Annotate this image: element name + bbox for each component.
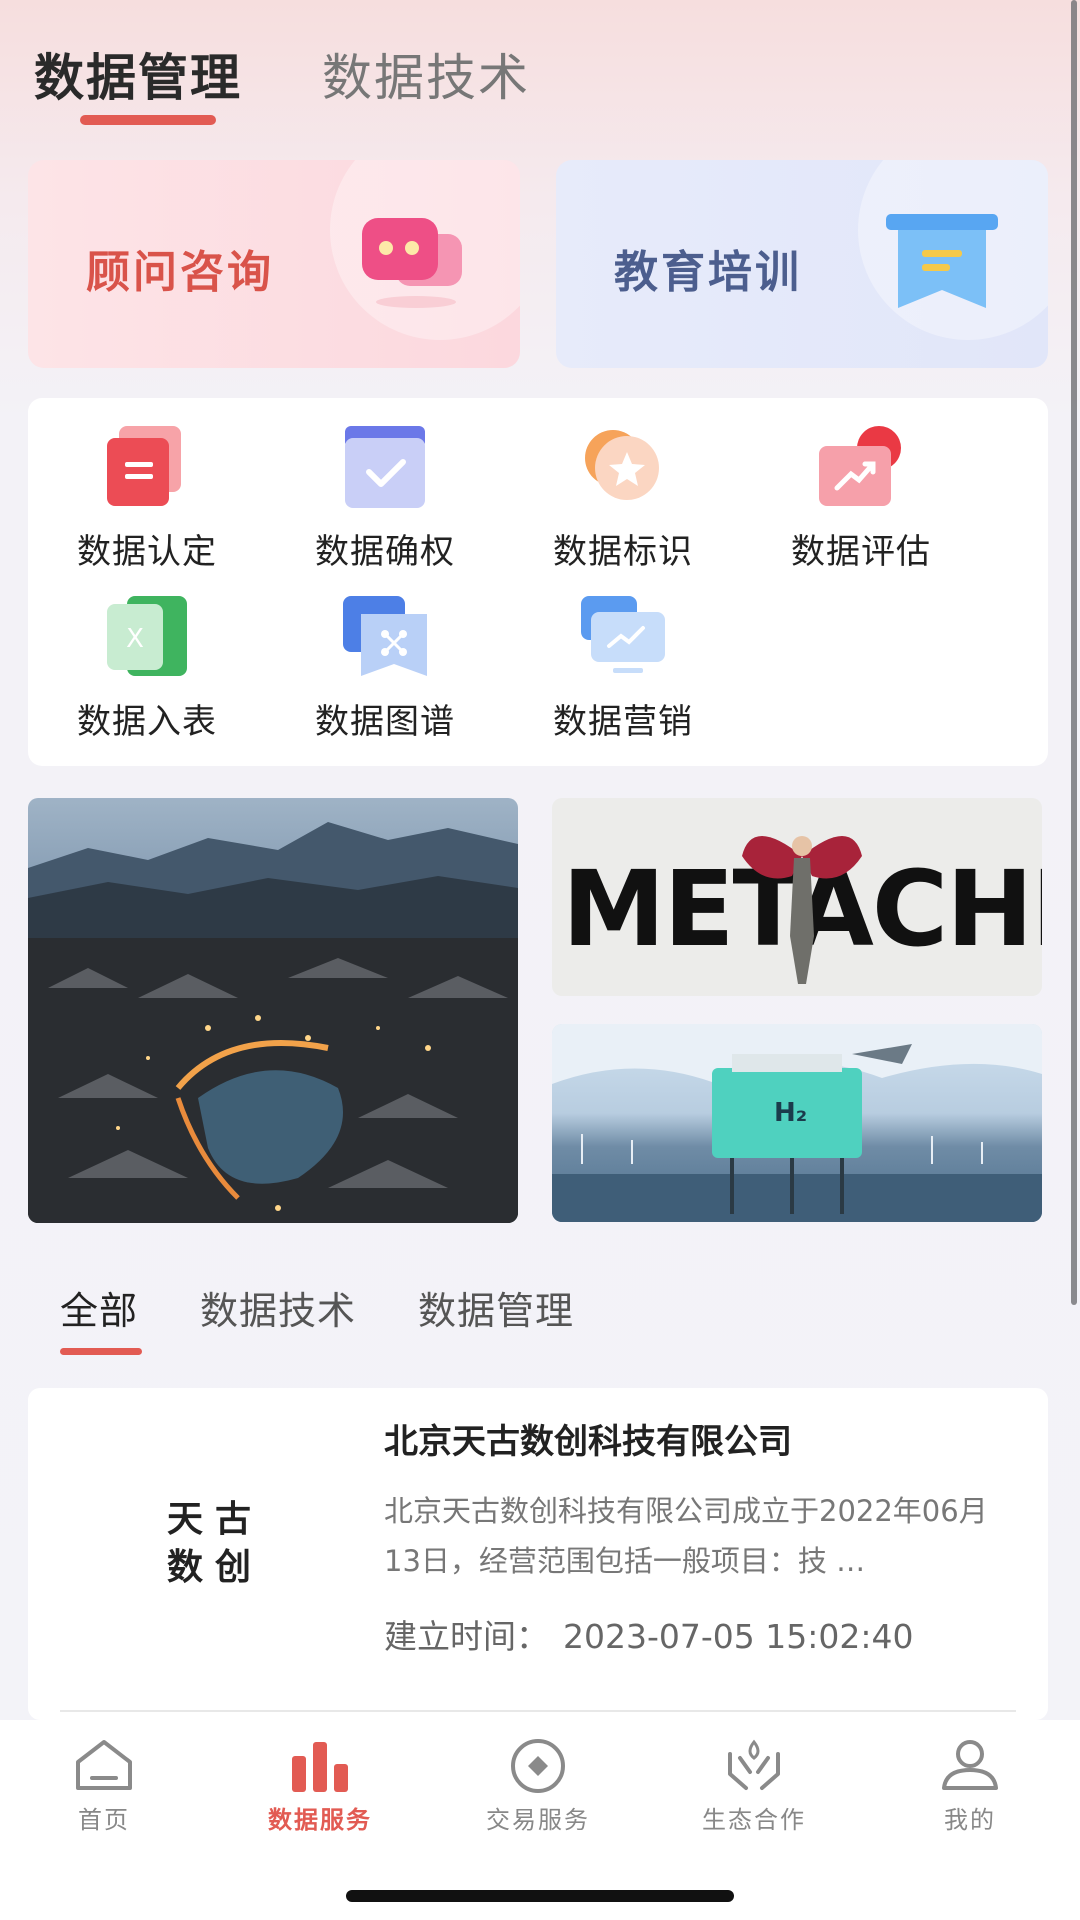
feature-data-marketing[interactable]: 数据营销 <box>504 594 742 743</box>
home-indicator[interactable] <box>346 1890 734 1902</box>
trade-icon <box>506 1738 570 1794</box>
nav-trade-services[interactable]: 交易服务 <box>458 1738 618 1835</box>
feature-data-entry[interactable]: X 数据入表 <box>28 594 266 743</box>
nav-label: 我的 <box>944 1806 996 1834</box>
figure-silhouette-icon <box>742 836 862 984</box>
content-filter-tabs: 全部 数据技术 数据管理 <box>60 1280 574 1355</box>
nav-label: 生态合作 <box>702 1806 806 1834</box>
company-description: 北京天古数创科技有限公司成立于2022年06月13日，经营范围包括一般项目：技 … <box>384 1494 988 1578</box>
company-card[interactable]: 天古数创 北京天古数创科技有限公司 北京天古数创科技有限公司成立于2022年06… <box>28 1388 1048 1720</box>
star-badge-icon <box>577 424 669 510</box>
svg-text:X: X <box>126 624 144 654</box>
divider <box>60 1710 1016 1712</box>
created-label: 建立时间： <box>384 1617 549 1656</box>
nav-label: 交易服务 <box>486 1806 590 1834</box>
feature-grid: 数据认定 数据确权 数据标识 数据评估 X 数据入表 数据图谱 数据营销 <box>28 398 1048 766</box>
bar-chart-icon <box>288 1738 352 1794</box>
tab-data-technology[interactable]: 数据技术 <box>322 38 530 110</box>
checkmark-folder-icon <box>339 424 431 510</box>
feature-label: 数据评估 <box>791 532 931 572</box>
page-scrollbar[interactable] <box>1071 0 1077 1305</box>
feature-data-evaluate[interactable]: 数据评估 <box>742 424 980 573</box>
company-name: 北京天古数创科技有限公司 <box>384 1422 792 1462</box>
tab-data-management[interactable]: 数据管理 <box>34 38 242 125</box>
spreadsheet-icon: X <box>101 594 193 680</box>
feature-label: 数据确权 <box>315 532 455 572</box>
consulting-label: 顾问咨询 <box>86 247 274 298</box>
feature-data-identify[interactable]: 数据标识 <box>504 424 742 573</box>
document-certify-icon <box>101 424 193 510</box>
monitor-marketing-icon <box>577 594 669 680</box>
metachi-banner[interactable]: METACHI <box>552 798 1042 996</box>
nav-label: 首页 <box>78 1806 130 1834</box>
village-night-banner[interactable] <box>28 798 518 1223</box>
feature-label: 数据入表 <box>77 702 217 742</box>
training-label: 教育培训 <box>614 247 802 298</box>
nav-label: 数据服务 <box>268 1806 372 1834</box>
profile-icon <box>938 1738 1002 1794</box>
nav-ecosystem[interactable]: 生态合作 <box>674 1738 834 1835</box>
company-logo: 天古数创 <box>166 1499 263 1588</box>
nav-data-services[interactable]: 数据服务 <box>240 1738 400 1835</box>
tab-management[interactable]: 数据管理 <box>418 1280 574 1335</box>
company-created-time: 建立时间： 2023-07-05 15:02:40 <box>384 1610 913 1658</box>
feature-label: 数据图谱 <box>315 702 455 742</box>
top-tabs: 数据管理 数据技术 <box>34 38 530 125</box>
feature-data-certify[interactable]: 数据认定 <box>28 424 266 573</box>
feature-label: 数据认定 <box>77 532 217 572</box>
consulting-card[interactable]: 顾问咨询 <box>28 160 520 368</box>
feature-data-graph[interactable]: 数据图谱 <box>266 594 504 743</box>
created-value: 2023-07-05 15:02:40 <box>563 1617 914 1656</box>
hydrogen-platform-banner[interactable]: H₂ <box>552 1024 1042 1222</box>
cooperation-hands-icon <box>722 1738 786 1794</box>
feature-label: 数据标识 <box>553 532 693 572</box>
tab-all[interactable]: 全部 <box>60 1280 143 1355</box>
graph-network-icon <box>339 594 431 680</box>
nav-home[interactable]: 首页 <box>24 1738 184 1835</box>
hydrogen-label: H₂ <box>774 1098 808 1128</box>
feature-label: 数据营销 <box>553 702 693 742</box>
trend-chart-icon <box>815 424 907 510</box>
feature-data-rights[interactable]: 数据确权 <box>266 424 504 573</box>
tab-technology[interactable]: 数据技术 <box>200 1280 356 1335</box>
training-card[interactable]: 教育培训 <box>556 160 1048 368</box>
chat-bubbles-icon <box>354 210 474 314</box>
home-icon <box>72 1738 136 1794</box>
training-board-icon <box>882 210 1002 324</box>
nav-profile[interactable]: 我的 <box>890 1738 1050 1835</box>
